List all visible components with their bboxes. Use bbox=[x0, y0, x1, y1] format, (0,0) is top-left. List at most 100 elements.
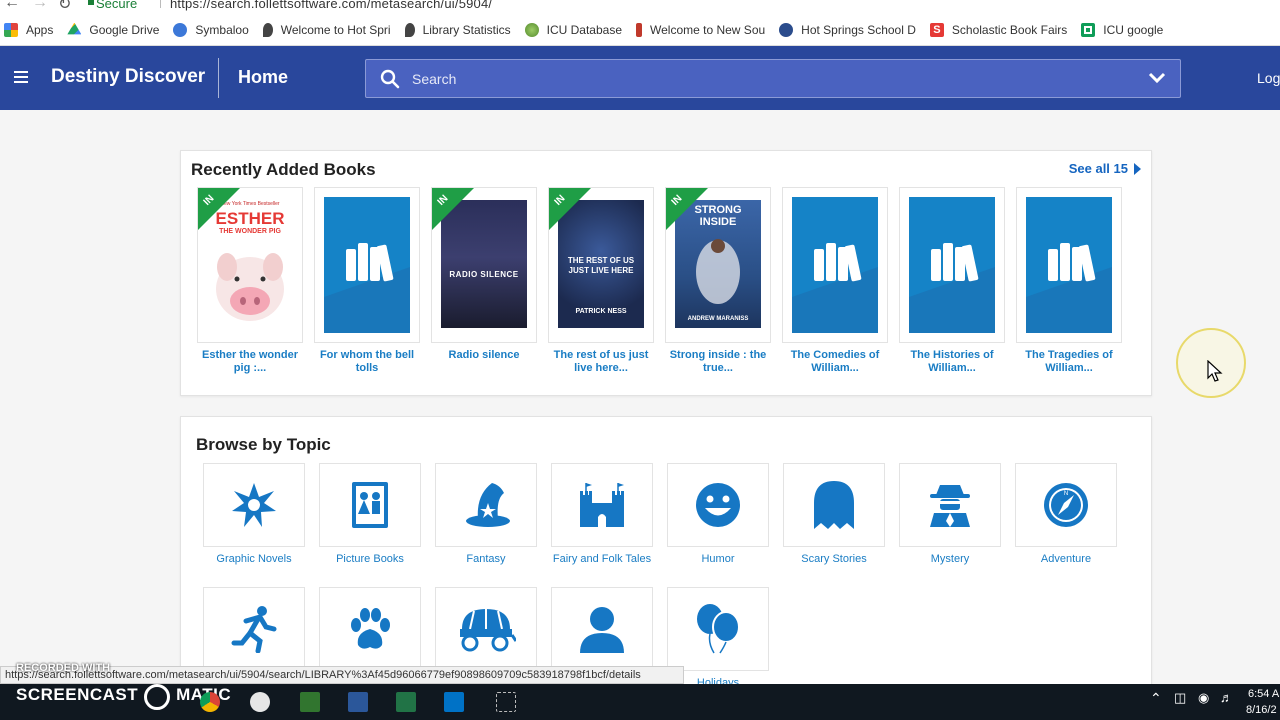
topic-animals[interactable] bbox=[319, 587, 421, 677]
bookmark-symbaloo[interactable]: Symbaloo bbox=[173, 22, 249, 37]
search-input[interactable]: Search bbox=[365, 59, 1181, 98]
book-card[interactable]: The Comedies of William... bbox=[782, 187, 888, 375]
balloons-icon bbox=[697, 604, 740, 654]
book-cover-frame[interactable] bbox=[314, 187, 420, 343]
book-card[interactable]: New York Times Bestseller ESTHER THE WON… bbox=[197, 187, 303, 375]
topic-history[interactable] bbox=[435, 587, 537, 677]
login-link[interactable]: Log bbox=[1257, 70, 1280, 86]
see-all-link[interactable]: See all 15 bbox=[1069, 161, 1141, 176]
topic-tile[interactable] bbox=[551, 587, 653, 671]
book-cover-frame[interactable]: THE REST OF US JUST LIVE HERE PATRICK NE… bbox=[548, 187, 654, 343]
book-cover-placeholder bbox=[909, 197, 995, 333]
forward-arrow-icon[interactable]: → bbox=[32, 0, 48, 12]
book-card[interactable]: The Tragedies of William... bbox=[1016, 187, 1122, 375]
torch-icon bbox=[636, 22, 642, 37]
book-card[interactable]: RADIO SILENCE IN Radio silence bbox=[431, 187, 537, 362]
topic-graphic-novels[interactable]: Graphic Novels bbox=[203, 463, 305, 565]
cover-author: ANDREW MARANISS bbox=[687, 316, 749, 322]
volume-icon[interactable]: ♬ bbox=[1220, 690, 1233, 705]
bookmark-scholastic[interactable]: S Scholastic Book Fairs bbox=[929, 22, 1067, 37]
topic-tile[interactable] bbox=[203, 587, 305, 671]
bookmark-icu-database[interactable]: ICU Database bbox=[524, 22, 622, 37]
book-title[interactable]: The Tragedies of William... bbox=[1016, 349, 1122, 375]
menu-icon[interactable] bbox=[14, 71, 28, 83]
outlook-icon[interactable] bbox=[444, 692, 464, 712]
topic-fantasy[interactable]: Fantasy bbox=[435, 463, 537, 565]
topic-biography[interactable] bbox=[551, 587, 653, 677]
chrome-taskbar-icon[interactable] bbox=[200, 692, 220, 712]
bookmark-google-drive[interactable]: Google Drive bbox=[67, 22, 159, 37]
compass-icon: N bbox=[1044, 483, 1088, 527]
address-bar[interactable]: ← → ↻ Secure https://search.follettsoftw… bbox=[0, 0, 1280, 14]
brand-title[interactable]: Destiny Discover bbox=[51, 66, 205, 88]
book-title[interactable]: Strong inside : the true... bbox=[665, 349, 771, 375]
excel-icon[interactable] bbox=[396, 692, 416, 712]
topic-tile[interactable] bbox=[667, 463, 769, 547]
school-logo-icon bbox=[404, 22, 415, 37]
tray-chevron-icon[interactable]: ⌃ bbox=[1150, 690, 1162, 707]
topic-tile[interactable] bbox=[319, 587, 421, 671]
back-arrow-icon[interactable]: ← bbox=[4, 0, 20, 12]
bookmark-icu-google[interactable]: ICU google bbox=[1081, 22, 1164, 37]
topic-picture-books[interactable]: Picture Books bbox=[319, 463, 421, 565]
book-cover-frame[interactable] bbox=[899, 187, 1005, 343]
book-cover-frame[interactable]: New York Times Bestseller ESTHER THE WON… bbox=[197, 187, 303, 343]
book-title[interactable]: Esther the wonder pig :... bbox=[197, 349, 303, 375]
bookmark-library-statistics[interactable]: Library Statistics bbox=[404, 22, 511, 37]
book-title[interactable]: The Histories of William... bbox=[899, 349, 1005, 375]
chevron-down-icon[interactable] bbox=[1148, 71, 1166, 85]
book-cover-frame[interactable]: STRONG INSIDE ANDREW MARANISS IN bbox=[665, 187, 771, 343]
topic-label: Mystery bbox=[930, 553, 970, 565]
url-text[interactable]: https://search.follettsoftware.com/metas… bbox=[170, 0, 492, 11]
home-link[interactable]: Home bbox=[238, 67, 288, 88]
word-icon[interactable] bbox=[348, 692, 368, 712]
bookmark-label: ICU google bbox=[1103, 22, 1164, 37]
watermark-recorded: RECORDED WITH bbox=[16, 662, 111, 674]
book-title[interactable]: For whom the bell tolls bbox=[314, 349, 420, 375]
cover-author: PATRICK NESS bbox=[575, 308, 627, 315]
available-ribbon bbox=[432, 188, 474, 230]
scholastic-icon: S bbox=[929, 22, 944, 37]
wizard-hat-icon bbox=[466, 483, 510, 527]
book-title[interactable]: The rest of us just live here... bbox=[548, 349, 654, 375]
see-all-label: See all 15 bbox=[1068, 161, 1128, 176]
publisher-icon[interactable] bbox=[300, 692, 320, 712]
topic-tile[interactable] bbox=[667, 587, 769, 671]
topic-tile[interactable] bbox=[783, 463, 885, 547]
topic-tile[interactable] bbox=[203, 463, 305, 547]
reload-icon[interactable]: ↻ bbox=[58, 0, 71, 14]
topic-mystery[interactable]: Mystery bbox=[899, 463, 1001, 565]
topic-tile[interactable]: N bbox=[1015, 463, 1117, 547]
bookmark-apps[interactable]: Apps bbox=[4, 22, 53, 37]
book-card[interactable]: STRONG INSIDE ANDREW MARANISS IN Strong … bbox=[665, 187, 771, 375]
topic-tile[interactable] bbox=[435, 463, 537, 547]
topic-scary-stories[interactable]: Scary Stories bbox=[783, 463, 885, 565]
topic-humor[interactable]: Humor bbox=[667, 463, 769, 565]
lock-icon bbox=[88, 0, 94, 5]
battery-icon[interactable]: ◫ bbox=[1174, 690, 1186, 706]
book-cover-frame[interactable] bbox=[782, 187, 888, 343]
topic-fairy-folk-tales[interactable]: Fairy and Folk Tales bbox=[551, 463, 653, 565]
book-card[interactable]: For whom the bell tolls bbox=[314, 187, 420, 375]
topic-tile[interactable] bbox=[899, 463, 1001, 547]
book-cover-frame[interactable]: RADIO SILENCE IN bbox=[431, 187, 537, 343]
taskbar-app-icon[interactable] bbox=[250, 692, 270, 712]
clock-time[interactable]: 6:54 A bbox=[1248, 688, 1279, 700]
book-card[interactable]: THE REST OF US JUST LIVE HERE PATRICK NE… bbox=[548, 187, 654, 375]
book-title[interactable]: The Comedies of William... bbox=[782, 349, 888, 375]
book-cover-frame[interactable] bbox=[1016, 187, 1122, 343]
topic-tile[interactable] bbox=[551, 463, 653, 547]
bookmark-hot-springs-school[interactable]: Hot Springs School D bbox=[779, 22, 916, 37]
book-title[interactable]: Radio silence bbox=[431, 349, 537, 362]
topic-adventure[interactable]: N Adventure bbox=[1015, 463, 1117, 565]
wifi-icon[interactable]: ◉ bbox=[1198, 690, 1209, 706]
topic-tile[interactable] bbox=[319, 463, 421, 547]
bookmark-welcome-new-south[interactable]: Welcome to New Sou bbox=[636, 22, 765, 37]
snipping-tool-icon[interactable] bbox=[496, 692, 516, 712]
bookmark-hot-springs-welcome[interactable]: Welcome to Hot Spri bbox=[262, 22, 391, 37]
clock-date[interactable]: 8/16/2 bbox=[1246, 704, 1277, 716]
topic-sports[interactable] bbox=[203, 587, 305, 677]
topic-label: Scary Stories bbox=[801, 553, 867, 565]
topic-tile[interactable] bbox=[435, 587, 537, 671]
book-card[interactable]: The Histories of William... bbox=[899, 187, 1005, 375]
